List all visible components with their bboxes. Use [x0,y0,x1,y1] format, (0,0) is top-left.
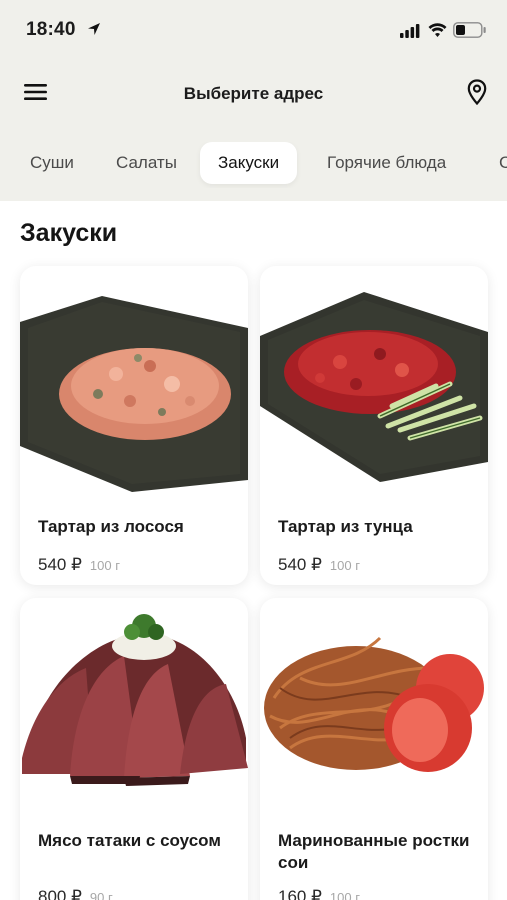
tab-appetizers[interactable]: Закуски [200,142,298,184]
product-card[interactable]: Маринованные ростки сои 160 ₽ 100 г [260,598,488,900]
product-name: Маринованные ростки сои [278,831,470,872]
map-pin-icon[interactable] [467,79,487,105]
cellular-signal-icon [400,24,420,38]
status-bar: 18:40 [0,0,507,62]
product-weight: 100 г [329,558,360,573]
location-arrow-icon [88,23,100,35]
product-name: Тартар из тунца [278,517,413,536]
product-price: 540 ₽ [38,555,82,574]
product-price: 800 ₽ [38,887,82,900]
product-price: 540 ₽ [278,555,322,574]
product-card[interactable]: Мясо татаки с соусом 800 ₽ 90 г [20,598,248,900]
product-price: 160 ₽ [278,887,322,900]
product-name: Мясо татаки с соусом [38,831,221,850]
app-header: Выберите адрес [0,62,507,126]
price-row: 540 ₽ 100 г [38,555,120,575]
battery-icon [453,22,486,38]
beef-tataki-image [22,614,248,786]
product-weight: 100 г [329,890,360,900]
product-weight: 90 г [89,890,113,900]
soy-sprouts-image [264,636,484,772]
status-time: 18:40 [26,19,76,40]
product-card[interactable]: Тартар из лосося 540 ₽ 100 г [20,266,248,585]
section-title: Закуски [20,219,118,247]
tab-more[interactable]: С [481,142,507,184]
price-row: 800 ₽ 90 г [38,887,113,900]
address-selector[interactable]: Выберите адрес [0,84,507,104]
product-name: Тартар из лосося [38,517,184,536]
category-tabs: Суши Салаты Закуски Горячие блюда С [0,142,507,188]
price-row: 160 ₽ 100 г [278,887,360,900]
tab-sushi[interactable]: Суши [12,142,92,184]
tuna-tartare-image [260,292,488,482]
salmon-tartare-image [20,296,248,492]
top-bar: 18:40 Выберите адрес Суши Салаты Закуски… [0,0,507,201]
tab-hot-dishes[interactable]: Горячие блюда [309,142,464,184]
product-card[interactable]: Тартар из тунца 540 ₽ 100 г [260,266,488,585]
product-weight: 100 г [89,558,120,573]
wifi-icon [428,23,447,37]
tab-salads[interactable]: Салаты [98,142,195,184]
price-row: 540 ₽ 100 г [278,555,360,575]
